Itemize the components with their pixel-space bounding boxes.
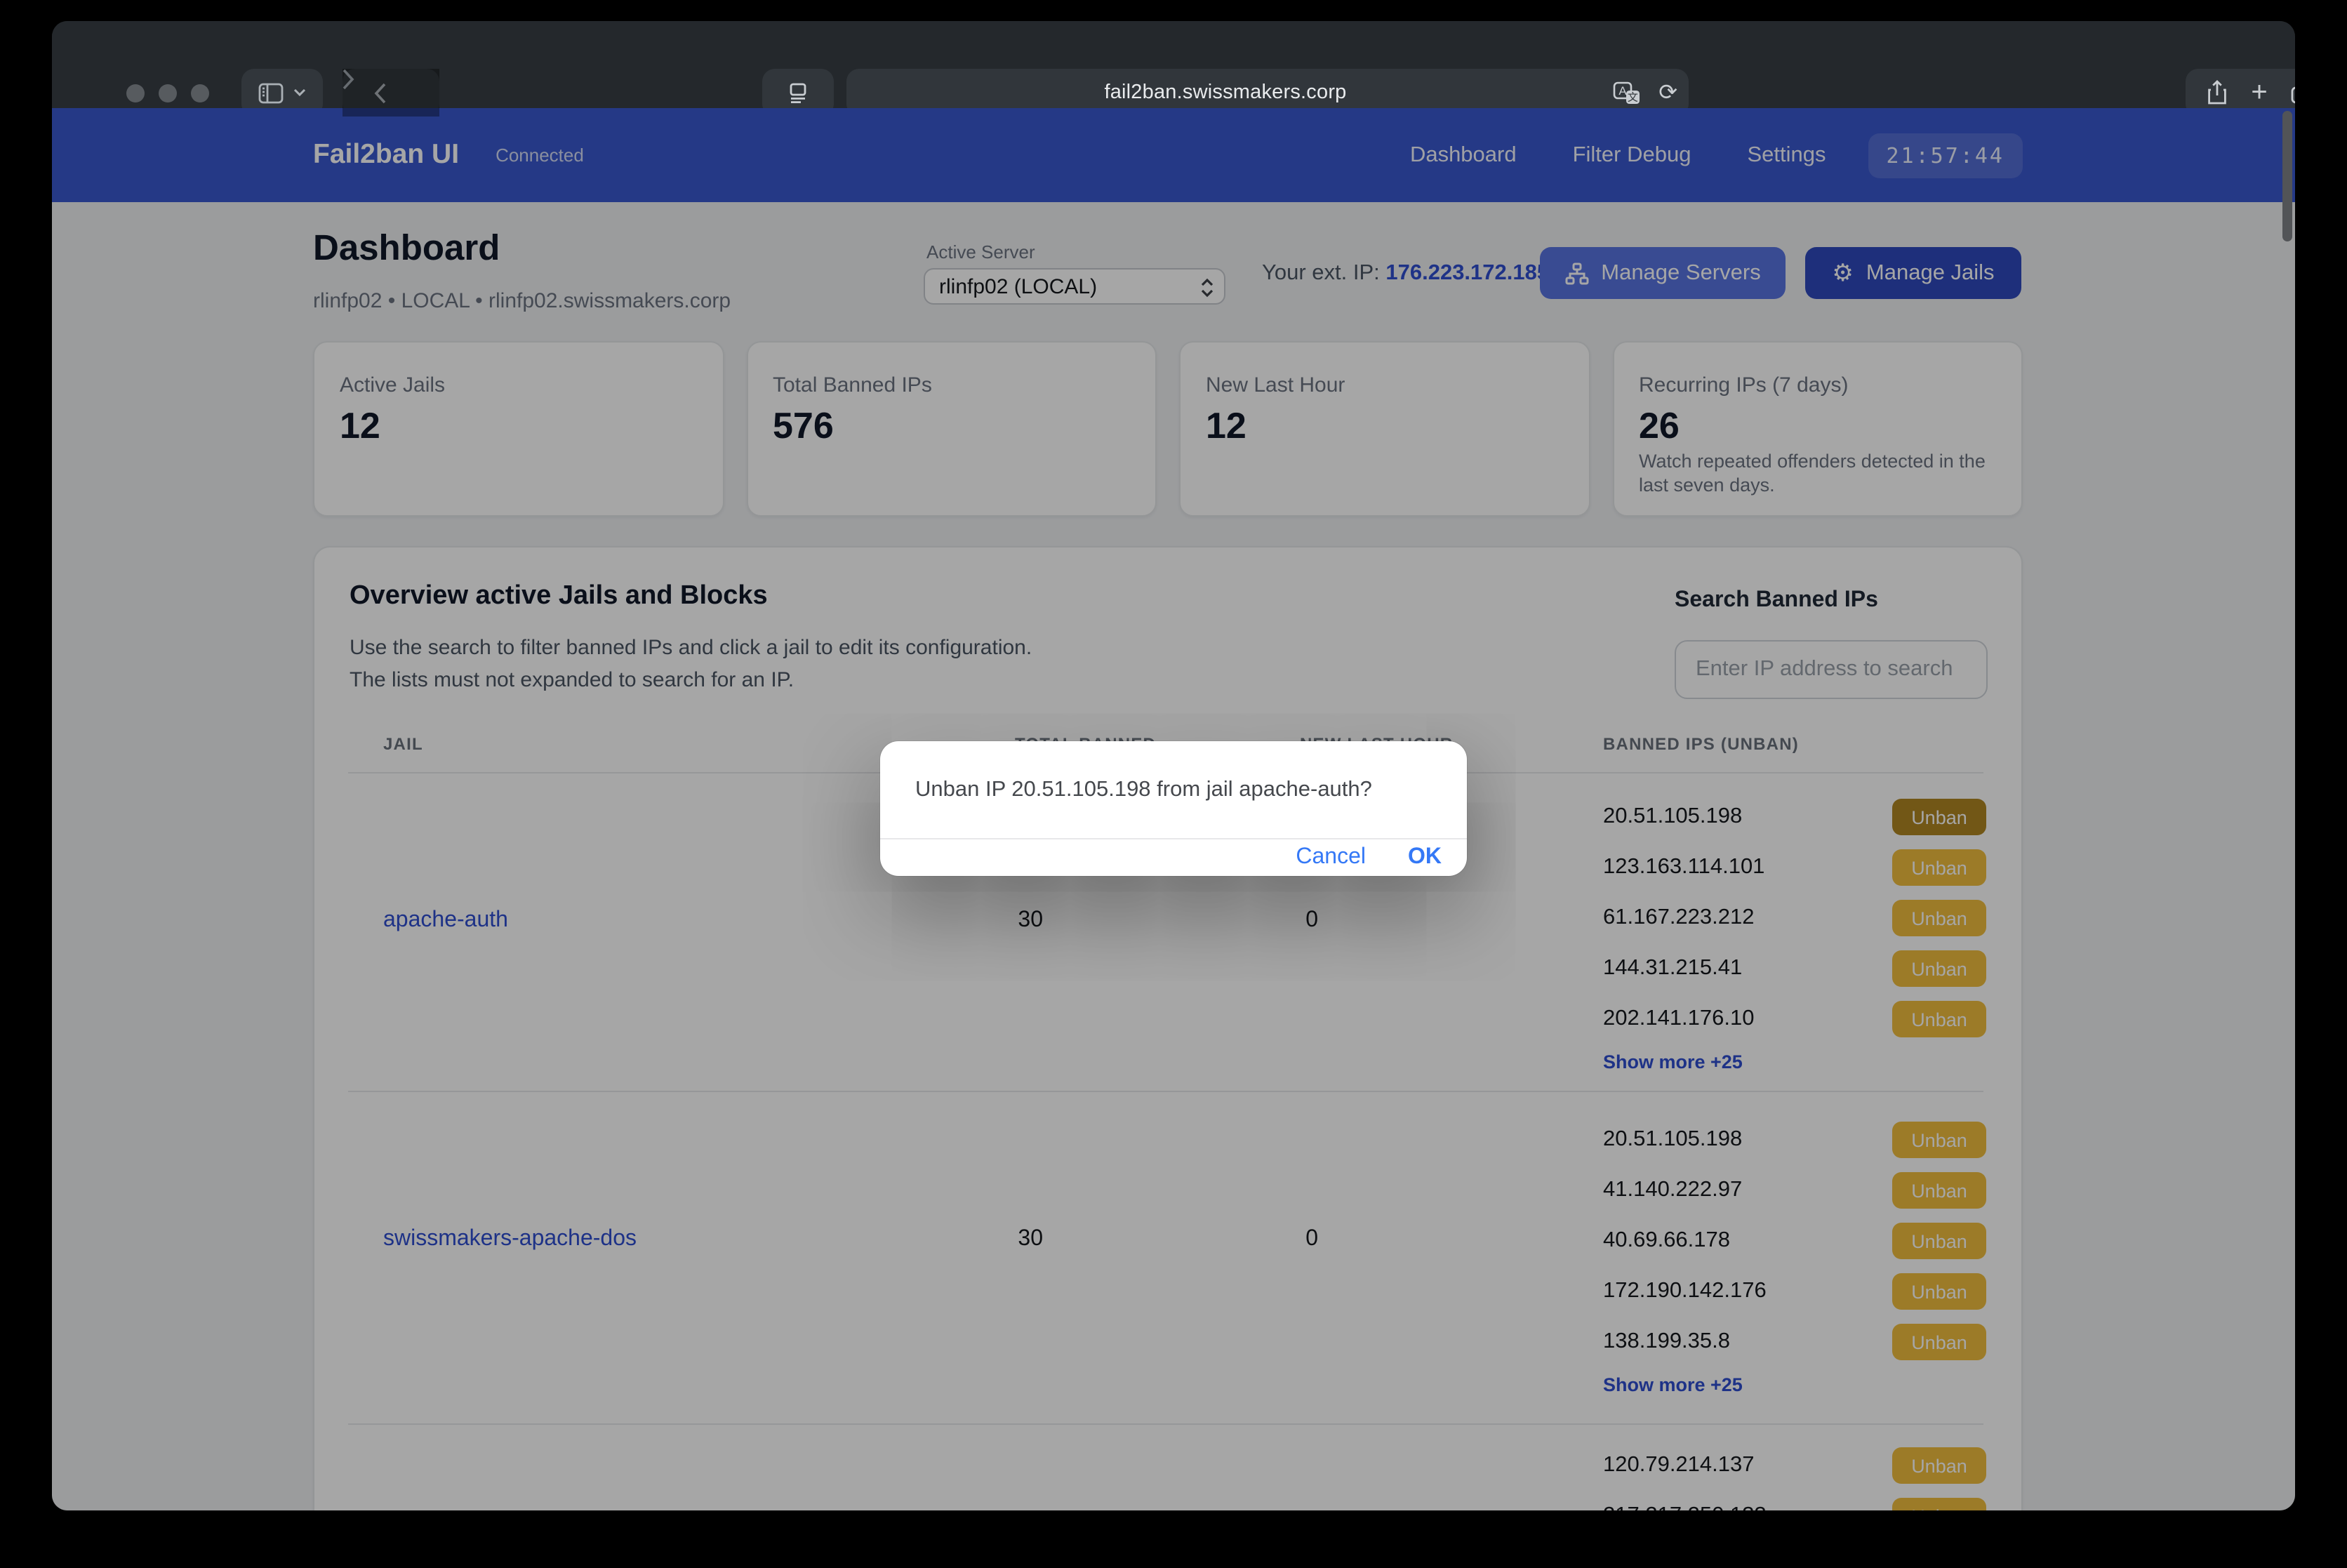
cancel-button[interactable]: Cancel bbox=[1296, 845, 1366, 870]
ok-button[interactable]: OK bbox=[1408, 845, 1442, 870]
svg-text:文: 文 bbox=[1628, 91, 1638, 103]
sidebar-icon bbox=[258, 82, 284, 103]
screen: fail2ban.swissmakers.corp A 文 ⟳ bbox=[0, 0, 2347, 1568]
confirm-dialog: Unban IP 20.51.105.198 from jail apache-… bbox=[880, 741, 1467, 876]
confirm-dialog-message: Unban IP 20.51.105.198 from jail apache-… bbox=[880, 741, 1467, 838]
share-icon[interactable] bbox=[2206, 80, 2227, 105]
chevron-down-icon bbox=[293, 88, 306, 97]
page-format-icon bbox=[787, 82, 809, 103]
minimize-button[interactable] bbox=[159, 84, 177, 102]
maximize-button[interactable] bbox=[191, 84, 209, 102]
tabs-overview-icon[interactable] bbox=[2292, 81, 2295, 104]
address-url: fail2ban.swissmakers.corp bbox=[1104, 81, 1430, 104]
browser-toolbar: fail2ban.swissmakers.corp A 文 ⟳ bbox=[52, 21, 2295, 108]
close-button[interactable] bbox=[126, 84, 145, 102]
new-tab-icon[interactable]: + bbox=[2251, 79, 2267, 107]
svg-text:A: A bbox=[1618, 84, 1627, 97]
